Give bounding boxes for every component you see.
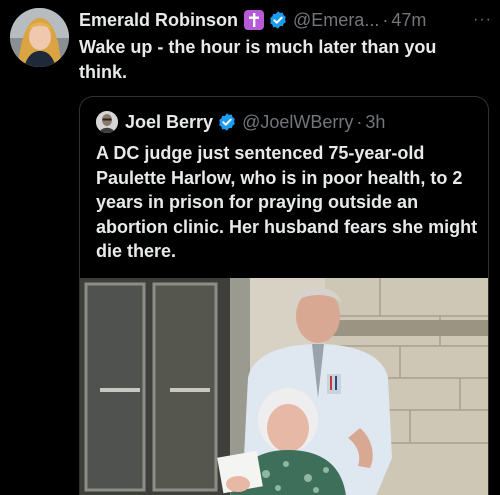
author-name[interactable]: Emerald Robinson xyxy=(79,10,238,31)
quoted-tweet[interactable]: Joel Berry @JoelWBerry · 3h A DC judge j… xyxy=(79,96,489,495)
quoted-tweet-text: A DC judge just sentenced 75-year-old Pa… xyxy=(96,143,478,261)
quoted-author-handle[interactable]: @JoelWBerry xyxy=(242,112,353,133)
tweet-header: Emerald Robinson @Emera... · 47m ··· xyxy=(79,8,492,32)
quoted-tweet-header: Joel Berry @JoelWBerry · 3h xyxy=(96,110,478,134)
quoted-tweet-photo[interactable] xyxy=(80,278,488,495)
quoted-author-name[interactable]: Joel Berry xyxy=(125,112,213,133)
tweet-timestamp[interactable]: 47m xyxy=(391,10,426,31)
author-handle[interactable]: @Emera... xyxy=(293,10,379,31)
cross-icon xyxy=(244,10,265,30)
separator-dot: · xyxy=(356,111,363,132)
tweet-text: Wake up - the hour is much later than yo… xyxy=(79,37,437,82)
tweet[interactable]: Emerald Robinson @Emera... · 47m ··· Wak… xyxy=(0,0,500,495)
verified-badge-icon xyxy=(217,112,237,132)
quoted-author-avatar[interactable] xyxy=(96,111,118,133)
verified-badge-icon xyxy=(268,10,288,30)
quoted-tweet-timestamp[interactable]: 3h xyxy=(365,112,385,133)
separator-dot: · xyxy=(382,9,389,30)
more-options-icon[interactable]: ··· xyxy=(473,11,492,29)
author-avatar[interactable] xyxy=(10,8,69,67)
